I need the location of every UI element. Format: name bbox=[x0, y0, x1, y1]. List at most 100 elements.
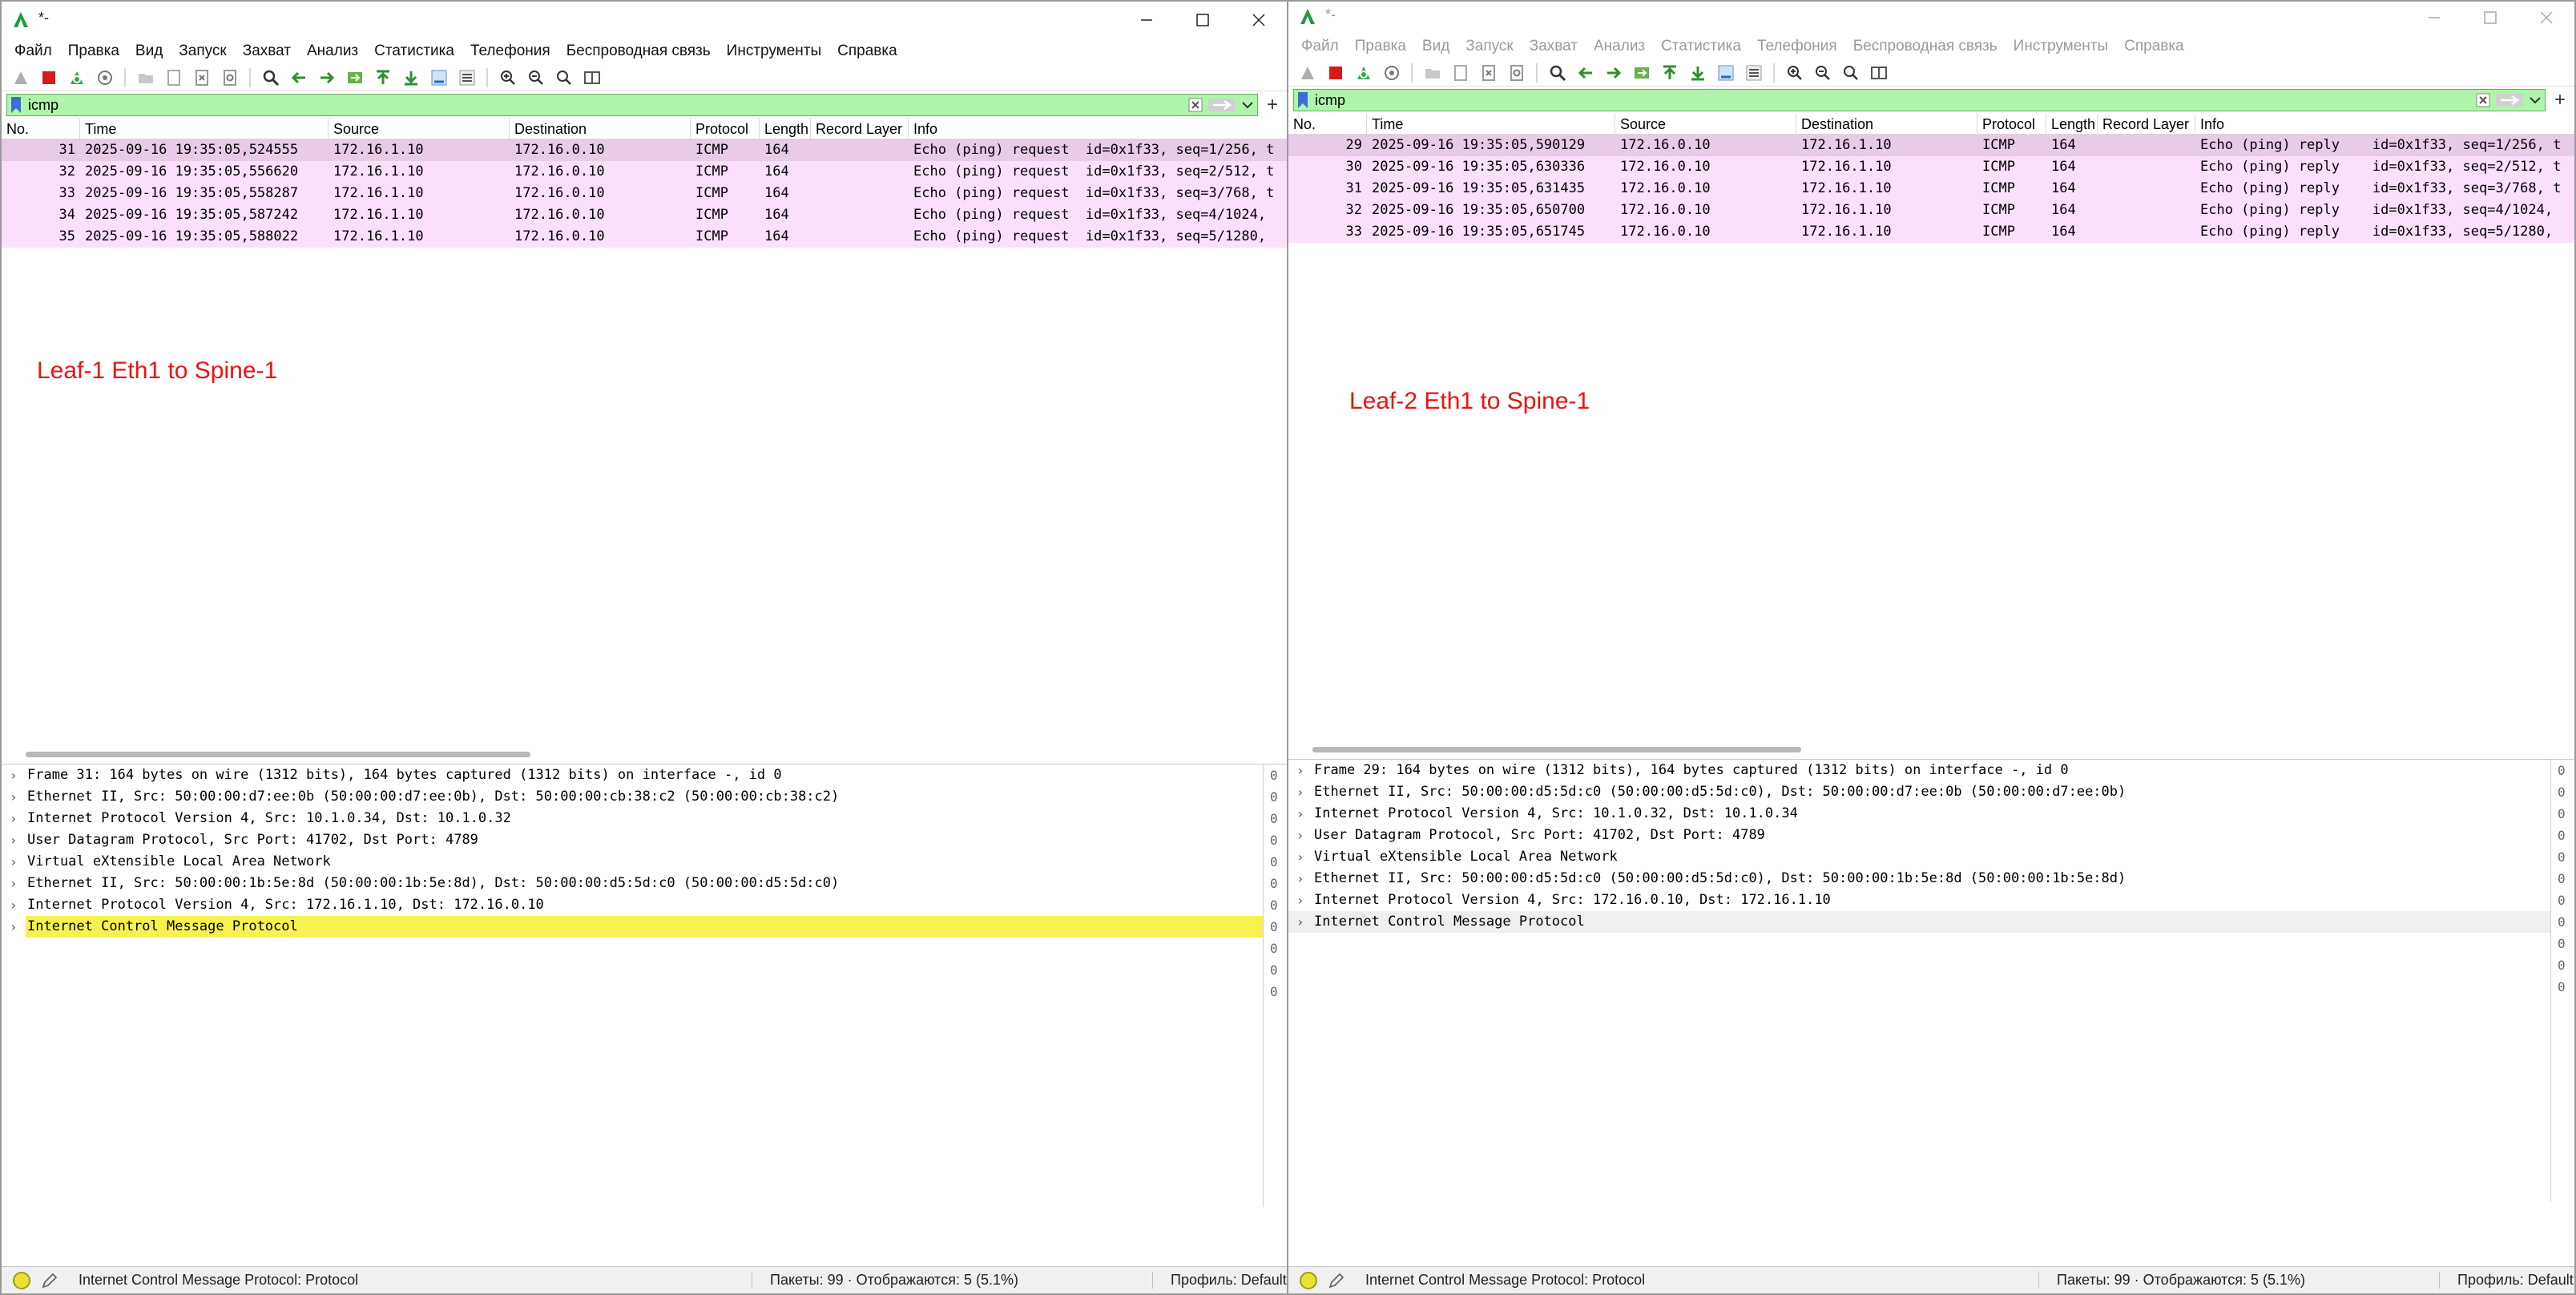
go-to-packet-button[interactable] bbox=[1629, 61, 1654, 85]
open-file-button[interactable] bbox=[1420, 61, 1445, 85]
menu-statistics[interactable]: Статистика bbox=[366, 42, 462, 60]
detail-row-ethernet[interactable]: › Ethernet II, Src: 50:00:00:d5:5d:c0 (50… bbox=[1288, 781, 2574, 803]
chevron-right-icon[interactable]: › bbox=[2, 876, 26, 891]
detail-row-inner-ipv4[interactable]: › Internet Protocol Version 4, Src: 172.1… bbox=[1288, 890, 2574, 911]
column-length[interactable]: Length bbox=[2046, 114, 2098, 134]
menu-wireless[interactable]: Беспроводная связь bbox=[558, 42, 719, 60]
filter-bookmark-button[interactable] bbox=[1294, 90, 1312, 111]
chevron-right-icon[interactable]: › bbox=[1288, 871, 1312, 886]
menu-file[interactable]: Файл bbox=[1293, 38, 1347, 55]
menu-telephony[interactable]: Телефония bbox=[462, 42, 558, 60]
packet-row[interactable]: 33 2025-09-16 19:35:05,651745 172.16.0.1… bbox=[1288, 221, 2574, 243]
chevron-right-icon[interactable]: › bbox=[1288, 763, 1312, 778]
packet-row[interactable]: 35 2025-09-16 19:35:05,588022 172.16.1.1… bbox=[2, 226, 1287, 248]
menu-tools[interactable]: Инструменты bbox=[719, 42, 829, 60]
zoom-in-button[interactable] bbox=[1782, 61, 1807, 85]
filter-apply-button[interactable] bbox=[2493, 91, 2526, 110]
capture-options-button[interactable] bbox=[1379, 61, 1404, 85]
capture-options-button[interactable] bbox=[92, 66, 117, 90]
colorize-button[interactable] bbox=[1741, 61, 1766, 85]
packet-row[interactable]: 32 2025-09-16 19:35:05,556620 172.16.1.1… bbox=[2, 161, 1287, 183]
last-packet-button[interactable] bbox=[398, 66, 423, 90]
menu-statistics[interactable]: Статистика bbox=[1653, 38, 1749, 55]
chevron-right-icon[interactable]: › bbox=[2, 854, 26, 869]
packet-bytes-pane[interactable]: 0 0 0 0 0 0 0 0 0 0 0 bbox=[2550, 760, 2574, 1202]
menu-capture[interactable]: Захват bbox=[1522, 38, 1586, 55]
go-to-packet-button[interactable] bbox=[342, 66, 367, 90]
detail-row-vxlan[interactable]: › Virtual eXtensible Local Area Network bbox=[1288, 846, 2574, 868]
add-filter-button-plus-icon[interactable]: + bbox=[1263, 94, 1282, 116]
column-source[interactable]: Source bbox=[1615, 114, 1796, 134]
packet-bytes-pane[interactable]: 0 0 0 0 0 0 0 0 0 0 0 bbox=[1263, 764, 1287, 1207]
filter-bookmark-button[interactable] bbox=[7, 95, 25, 115]
chevron-right-icon[interactable]: › bbox=[1288, 785, 1312, 800]
capture-comment-pencil-icon[interactable] bbox=[1327, 1271, 1346, 1290]
column-source[interactable]: Source bbox=[329, 119, 510, 139]
column-protocol[interactable]: Protocol bbox=[691, 119, 760, 139]
start-capture-button[interactable] bbox=[8, 66, 33, 90]
menu-wireless[interactable]: Беспроводная связь bbox=[1845, 38, 2006, 55]
menu-edit[interactable]: Правка bbox=[1347, 38, 1414, 55]
go-forward-button[interactable] bbox=[314, 66, 339, 90]
horizontal-scrollbar[interactable] bbox=[26, 752, 530, 757]
detail-row-ipv4[interactable]: › Internet Protocol Version 4, Src: 10.1.… bbox=[2, 808, 1287, 829]
close-button[interactable] bbox=[2518, 2, 2574, 34]
first-packet-button[interactable] bbox=[370, 66, 395, 90]
first-packet-button[interactable] bbox=[1657, 61, 1682, 85]
menu-tools[interactable]: Инструменты bbox=[2006, 38, 2116, 55]
filter-clear-button[interactable] bbox=[1185, 95, 1206, 115]
resize-columns-button[interactable] bbox=[1866, 61, 1891, 85]
column-info[interactable]: Info bbox=[2195, 114, 2574, 134]
zoom-out-button[interactable] bbox=[1810, 61, 1835, 85]
packet-row[interactable]: 31 2025-09-16 19:35:05,524555 172.16.1.1… bbox=[2, 139, 1287, 161]
menu-edit[interactable]: Правка bbox=[60, 42, 127, 60]
chevron-right-icon[interactable]: › bbox=[2, 919, 26, 934]
stop-capture-button[interactable] bbox=[36, 66, 61, 90]
filter-history-dropdown[interactable] bbox=[1238, 95, 1257, 115]
detail-row-ethernet[interactable]: › Ethernet II, Src: 50:00:00:d7:ee:0b (50… bbox=[2, 786, 1287, 808]
resize-columns-button[interactable] bbox=[579, 66, 604, 90]
menu-analyze[interactable]: Анализ bbox=[299, 42, 366, 60]
column-time[interactable]: Time bbox=[80, 119, 329, 139]
packet-row[interactable]: 32 2025-09-16 19:35:05,650700 172.16.0.1… bbox=[1288, 200, 2574, 221]
menu-telephony[interactable]: Телефония bbox=[1749, 38, 1845, 55]
packet-row[interactable]: 30 2025-09-16 19:35:05,630336 172.16.0.1… bbox=[1288, 156, 2574, 178]
minimize-button[interactable] bbox=[1119, 2, 1175, 38]
status-profile[interactable]: Профиль: Default bbox=[2439, 1272, 2574, 1289]
save-file-button[interactable] bbox=[1448, 61, 1473, 85]
chevron-right-icon[interactable]: › bbox=[2, 811, 26, 826]
detail-row-inner-ipv4[interactable]: › Internet Protocol Version 4, Src: 172.1… bbox=[2, 894, 1287, 916]
chevron-right-icon[interactable]: › bbox=[1288, 828, 1312, 843]
chevron-right-icon[interactable]: › bbox=[2, 833, 26, 848]
minimize-button[interactable] bbox=[2406, 2, 2462, 34]
chevron-right-icon[interactable]: › bbox=[2, 898, 26, 913]
detail-row-icmp[interactable]: › Internet Control Message Protocol bbox=[1288, 911, 2574, 933]
go-back-button[interactable] bbox=[286, 66, 311, 90]
menu-view[interactable]: Вид bbox=[1414, 38, 1457, 55]
restart-capture-button[interactable] bbox=[64, 66, 89, 90]
title-bar[interactable]: *- bbox=[1288, 2, 2574, 34]
display-filter-input[interactable] bbox=[25, 95, 1185, 115]
maximize-button[interactable] bbox=[1175, 2, 1231, 38]
reload-file-button[interactable] bbox=[1504, 61, 1529, 85]
column-no[interactable]: No. bbox=[1288, 114, 1367, 134]
detail-row-inner-ethernet[interactable]: › Ethernet II, Src: 50:00:00:1b:5e:8d (50… bbox=[2, 873, 1287, 894]
autoscroll-button[interactable] bbox=[1713, 61, 1738, 85]
maximize-button[interactable] bbox=[2462, 2, 2518, 34]
column-no[interactable]: No. bbox=[2, 119, 80, 139]
column-record-layer[interactable]: Record Layer bbox=[2098, 114, 2195, 134]
go-forward-button[interactable] bbox=[1601, 61, 1626, 85]
menu-go[interactable]: Запуск bbox=[1457, 38, 1521, 55]
column-destination[interactable]: Destination bbox=[1796, 114, 1977, 134]
chevron-right-icon[interactable]: › bbox=[1288, 914, 1312, 930]
detail-row-ipv4[interactable]: › Internet Protocol Version 4, Src: 10.1.… bbox=[1288, 803, 2574, 825]
detail-row-icmp[interactable]: › Internet Control Message Protocol bbox=[2, 916, 1287, 938]
restart-capture-button[interactable] bbox=[1351, 61, 1376, 85]
column-time[interactable]: Time bbox=[1367, 114, 1615, 134]
detail-row-inner-ethernet[interactable]: › Ethernet II, Src: 50:00:00:d5:5d:c0 (50… bbox=[1288, 868, 2574, 890]
menu-help[interactable]: Справка bbox=[2116, 38, 2192, 55]
last-packet-button[interactable] bbox=[1685, 61, 1710, 85]
detail-row-frame[interactable]: › Frame 31: 164 bytes on wire (1312 bits)… bbox=[2, 764, 1287, 786]
column-record-layer[interactable]: Record Layer bbox=[811, 119, 909, 139]
filter-history-dropdown[interactable] bbox=[2526, 91, 2545, 110]
